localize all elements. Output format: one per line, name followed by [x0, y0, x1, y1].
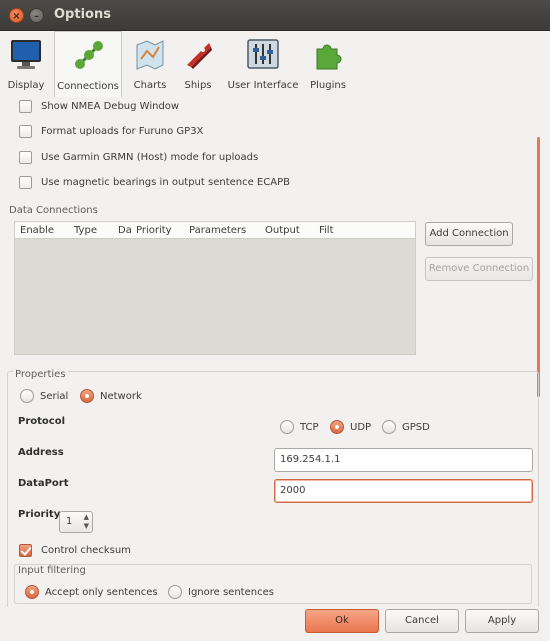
radio-label: Ignore sentences: [188, 586, 274, 598]
connections-table[interactable]: Enable Type Da Priority Parameters Outpu…: [14, 221, 416, 355]
spinner-arrows-icon[interactable]: ▲ ▼: [84, 513, 89, 531]
dataport-input[interactable]: 2000: [274, 479, 533, 503]
tab-display[interactable]: Display: [2, 31, 50, 97]
cancel-button[interactable]: Cancel: [385, 609, 459, 633]
checkbox-box[interactable]: [19, 124, 32, 138]
connections-icon: [75, 41, 103, 69]
accept-only-sentences-radio[interactable]: Accept only sentences: [25, 585, 158, 599]
priority-value: 1: [66, 516, 73, 527]
plugins-icon: [316, 44, 342, 70]
nmea-debug-checkbox[interactable]: Show NMEA Debug Window: [19, 99, 179, 113]
window-titlebar: × – Options: [0, 0, 550, 31]
radio-label: Accept only sentences: [45, 586, 158, 598]
minimize-icon[interactable]: –: [29, 8, 44, 23]
address-input[interactable]: 169.254.1.1: [274, 448, 533, 472]
close-icon[interactable]: ×: [9, 8, 24, 23]
radio-label: GPSD: [402, 421, 430, 433]
checkbox-box[interactable]: [19, 99, 32, 113]
tab-display-label: Display: [7, 80, 45, 91]
checkbox-box[interactable]: [19, 543, 32, 557]
radio-label: Network: [100, 390, 142, 402]
checkbox-label: Show NMEA Debug Window: [41, 100, 180, 112]
apply-button[interactable]: Apply: [465, 609, 539, 633]
gpsd-radio[interactable]: GPSD: [382, 420, 430, 434]
window-title: Options: [54, 7, 111, 22]
remove-connection-button[interactable]: Remove Connection: [425, 257, 533, 281]
connections-panel[interactable]: Show NMEA Debug Window Format uploads fo…: [5, 97, 545, 607]
radio-dot[interactable]: [20, 389, 34, 403]
dataport-label: DataPort: [18, 478, 69, 489]
address-label: Address: [18, 447, 64, 458]
protocol-label: Protocol: [18, 416, 66, 427]
column-header-output[interactable]: Output: [265, 225, 300, 236]
tab-ships-label: Ships: [184, 80, 212, 91]
properties-title: Properties: [13, 369, 68, 380]
radio-dot[interactable]: [330, 420, 344, 434]
display-icon: [11, 40, 41, 69]
radio-dot[interactable]: [382, 420, 396, 434]
column-header-type[interactable]: Type: [74, 225, 97, 236]
vertical-scrollbar[interactable]: [537, 137, 540, 397]
priority-label: Priority: [18, 509, 61, 520]
input-filtering-title: Input filtering: [18, 565, 86, 576]
column-header-priority[interactable]: Priority: [136, 225, 172, 236]
ok-button[interactable]: Ok: [305, 609, 379, 633]
checkbox-label: Control checksum: [41, 544, 131, 556]
checkbox-label: Use magnetic bearings in output sentence…: [41, 176, 290, 188]
charts-icon: [136, 40, 164, 70]
radio-dot[interactable]: [168, 585, 182, 599]
data-connections-title: Data Connections: [9, 205, 98, 216]
column-header-parameters[interactable]: Parameters: [189, 225, 246, 236]
checkbox-box[interactable]: [19, 175, 32, 189]
tab-ships[interactable]: Ships: [178, 31, 218, 97]
ships-icon: [187, 43, 212, 69]
radio-label: Serial: [40, 390, 69, 402]
garmin-host-checkbox[interactable]: Use Garmin GRMN (Host) mode for uploads: [19, 150, 258, 164]
radio-dot[interactable]: [80, 389, 94, 403]
serial-radio[interactable]: Serial: [20, 389, 68, 403]
tab-charts-label: Charts: [133, 80, 167, 91]
column-header-da[interactable]: Da: [118, 225, 132, 236]
tab-connections[interactable]: Connections: [54, 31, 122, 97]
control-checksum-checkbox[interactable]: Control checksum: [19, 543, 131, 557]
column-header-enable[interactable]: Enable: [20, 225, 54, 236]
checkbox-box[interactable]: [19, 150, 32, 164]
radio-dot[interactable]: [25, 585, 39, 599]
tab-plugins-label: Plugins: [310, 80, 346, 91]
tab-plugins[interactable]: Plugins: [306, 31, 350, 97]
checkbox-label: Format uploads for Furuno GP3X: [41, 125, 204, 137]
column-header-filt[interactable]: Filt: [319, 225, 334, 236]
network-radio[interactable]: Network: [80, 389, 142, 403]
user-interface-icon: [247, 39, 279, 69]
tab-charts[interactable]: Charts: [128, 31, 172, 97]
radio-label: TCP: [300, 421, 319, 433]
ignore-sentences-radio[interactable]: Ignore sentences: [168, 585, 274, 599]
furuno-format-checkbox[interactable]: Format uploads for Furuno GP3X: [19, 124, 203, 138]
add-connection-button[interactable]: Add Connection: [425, 222, 513, 246]
tab-user-interface[interactable]: User Interface: [226, 31, 300, 97]
radio-label: UDP: [350, 421, 372, 433]
tab-connections-label: Connections: [57, 81, 119, 92]
radio-dot[interactable]: [280, 420, 294, 434]
checkbox-label: Use Garmin GRMN (Host) mode for uploads: [41, 151, 259, 163]
magnetic-bearings-checkbox[interactable]: Use magnetic bearings in output sentence…: [19, 175, 290, 189]
options-toolbar: Display Connections Charts Ships User In…: [0, 31, 550, 97]
connections-table-header: Enable Type Da Priority Parameters Outpu…: [15, 222, 415, 239]
tab-user-interface-label: User Interface: [227, 80, 299, 91]
udp-radio[interactable]: UDP: [330, 420, 371, 434]
tcp-radio[interactable]: TCP: [280, 420, 319, 434]
priority-spinner[interactable]: 1 ▲ ▼: [59, 511, 93, 533]
